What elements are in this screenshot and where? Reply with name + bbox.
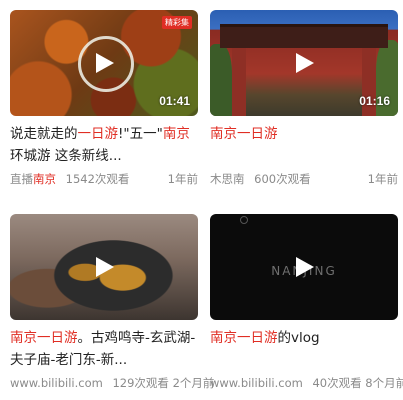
video-card-3[interactable]: 南京一日游。古鸡鸣寺-玄武湖-夫子庙-老门东-新... www.bilibili… (10, 214, 214, 391)
video-meta: 直播南京 1542次观看 1年前 (10, 171, 200, 187)
play-icon[interactable] (293, 256, 315, 278)
play-icon[interactable] (93, 52, 115, 74)
video-meta: www.bilibili.com 129次观看 2个月前 (10, 375, 214, 391)
video-title[interactable]: 南京一日游。古鸡鸣寺-玄武湖-夫子庙-老门东-新... (10, 327, 200, 371)
video-author: www.bilibili.com (10, 376, 103, 390)
video-card-1[interactable]: 精彩集 01:41 说走就走的一日游!"五一"南京环城游 这条新线... 直播南… (10, 10, 200, 187)
video-duration: 01:41 (159, 94, 190, 108)
thumbnail-scene (220, 24, 388, 48)
video-duration: 01:16 (359, 94, 390, 108)
published-time: 1年前 (167, 172, 198, 186)
play-icon[interactable] (93, 256, 115, 278)
play-icon[interactable] (293, 52, 315, 74)
video-title[interactable]: 南京一日游的vlog (210, 327, 400, 371)
published-time: 2个月前 (172, 376, 215, 390)
video-author: 直播南京 (10, 172, 56, 186)
video-thumbnail[interactable]: 精彩集 01:41 (10, 10, 198, 116)
video-card-4[interactable]: NANJING 南京一日游的vlog www.bilibili.com 40次观… (210, 214, 403, 391)
published-time: 8个月前 (365, 376, 403, 390)
video-title[interactable]: 说走就走的一日游!"五一"南京环城游 这条新线... (10, 123, 200, 167)
view-count: 600次观看 (254, 172, 311, 186)
video-results-grid: 精彩集 01:41 说走就走的一日游!"五一"南京环城游 这条新线... 直播南… (0, 0, 403, 400)
thumbnail-scene (232, 48, 246, 116)
view-count: 1542次观看 (65, 172, 130, 186)
thumbnail-scene (240, 216, 248, 224)
published-time: 1年前 (367, 172, 398, 186)
video-thumbnail[interactable] (10, 214, 198, 320)
video-author: 木思南 (210, 172, 245, 186)
thumbnail-badge: 精彩集 (162, 16, 192, 29)
view-count: 40次观看 (312, 376, 362, 390)
video-title[interactable]: 南京一日游 (210, 123, 400, 167)
view-count: 129次观看 (112, 376, 169, 390)
video-meta: www.bilibili.com 40次观看 8个月前 (210, 375, 403, 391)
video-thumbnail[interactable]: 01:16 (210, 10, 398, 116)
video-author: www.bilibili.com (210, 376, 303, 390)
video-meta: 木思南 600次观看 1年前 (210, 171, 400, 187)
thumbnail-scene (210, 44, 232, 116)
video-thumbnail[interactable]: NANJING (210, 214, 398, 320)
video-card-2[interactable]: 01:16 南京一日游 木思南 600次观看 1年前 (210, 10, 400, 187)
